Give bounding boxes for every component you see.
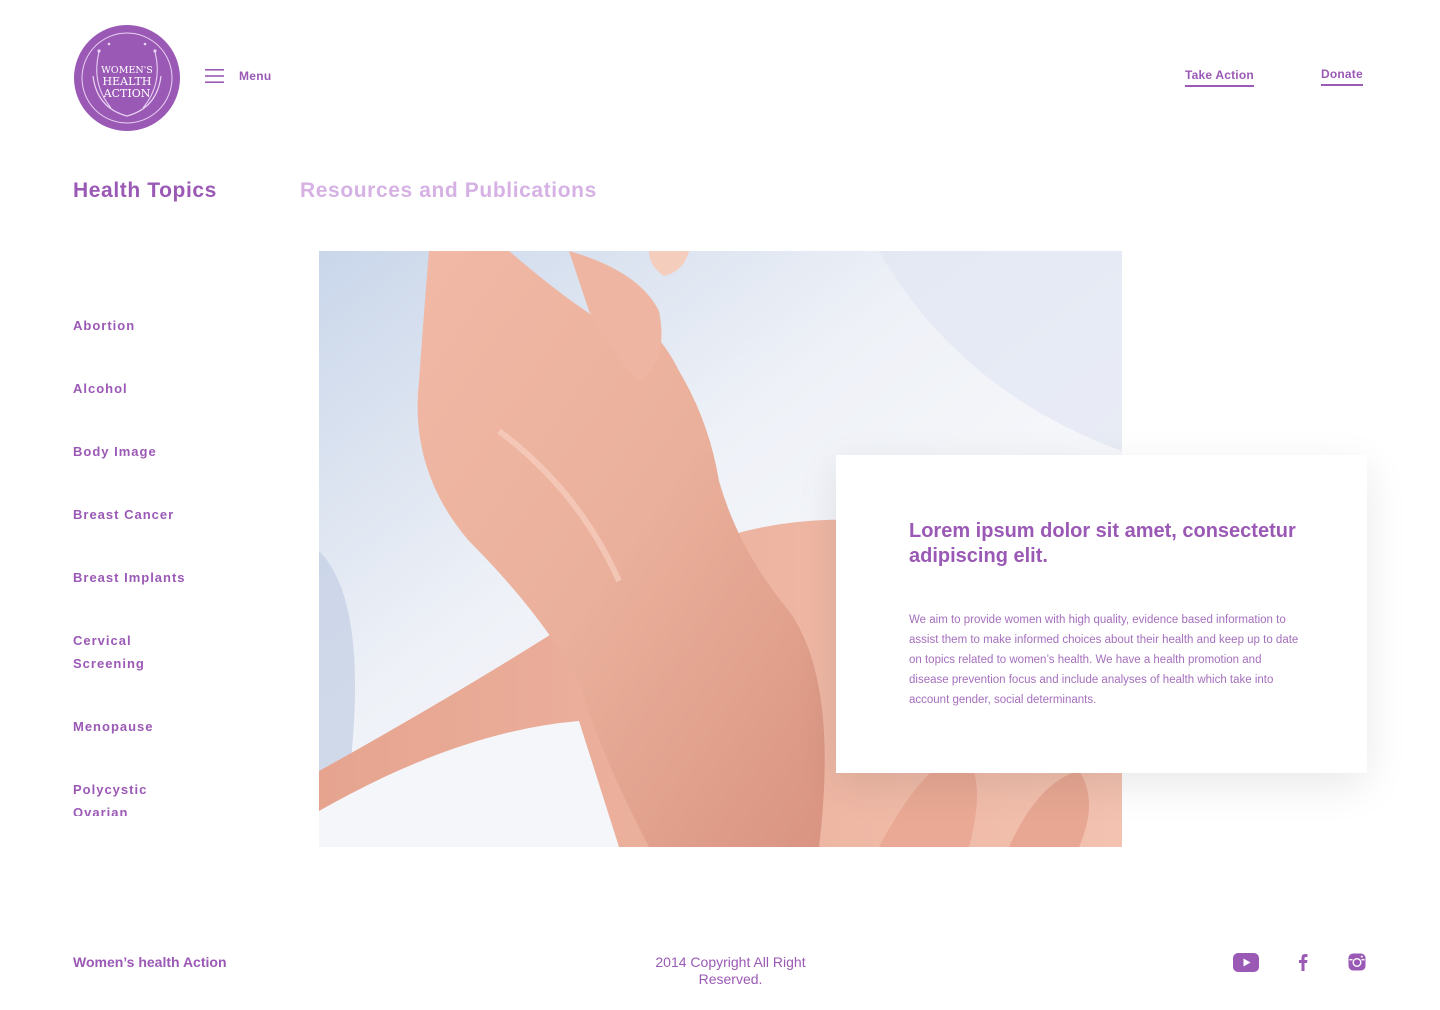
topic-item-breast-cancer[interactable]: Breast Cancer bbox=[73, 503, 223, 526]
youtube-link[interactable] bbox=[1232, 950, 1260, 974]
hamburger-icon bbox=[205, 69, 224, 83]
brand-logo[interactable]: WOMEN'S HEALTH ACTION bbox=[73, 24, 181, 132]
menu-button[interactable]: Menu bbox=[205, 68, 272, 84]
topic-item-breast-implants[interactable]: Breast Implants bbox=[73, 566, 223, 589]
logo-emblem-icon: WOMEN'S HEALTH ACTION bbox=[74, 25, 180, 131]
topic-item-polycystic-ovarian[interactable]: Polycystic Ovarian bbox=[73, 778, 163, 816]
tab-health-topics[interactable]: Health Topics bbox=[73, 179, 217, 203]
feature-body: We aim to provide women with high qualit… bbox=[909, 614, 1299, 706]
topic-item-body-image[interactable]: Body Image bbox=[73, 440, 223, 463]
health-topic-list[interactable]: Abortion Alcohol Body Image Breast Cance… bbox=[73, 250, 253, 816]
topic-item-cervical-screening[interactable]: Cervical Screening bbox=[73, 629, 163, 675]
instagram-link[interactable] bbox=[1343, 950, 1371, 974]
take-action-link[interactable]: Take Action bbox=[1185, 68, 1254, 87]
footer-brand: Women’s health Action bbox=[73, 954, 227, 970]
facebook-link[interactable] bbox=[1289, 950, 1317, 974]
donate-link[interactable]: Donate bbox=[1321, 67, 1363, 86]
feature-title: Lorem ipsum dolor sit amet, consectetur … bbox=[909, 520, 1296, 567]
instagram-icon bbox=[1348, 953, 1366, 971]
facebook-icon bbox=[1299, 954, 1308, 971]
topic-item-abortion[interactable]: Abortion bbox=[73, 314, 223, 337]
footer-copyright: 2014 Copyright All Right Reserved. bbox=[655, 954, 806, 987]
menu-label: Menu bbox=[239, 69, 272, 83]
tab-resources-publications[interactable]: Resources and Publications bbox=[300, 179, 597, 203]
topic-item-menopause[interactable]: Menopause bbox=[73, 715, 223, 738]
logo-text-line-3: ACTION bbox=[103, 87, 151, 100]
topic-item-alcohol[interactable]: Alcohol bbox=[73, 377, 223, 400]
feature-card: Lorem ipsum dolor sit amet, consectetur … bbox=[836, 455, 1367, 773]
youtube-icon bbox=[1233, 952, 1259, 972]
